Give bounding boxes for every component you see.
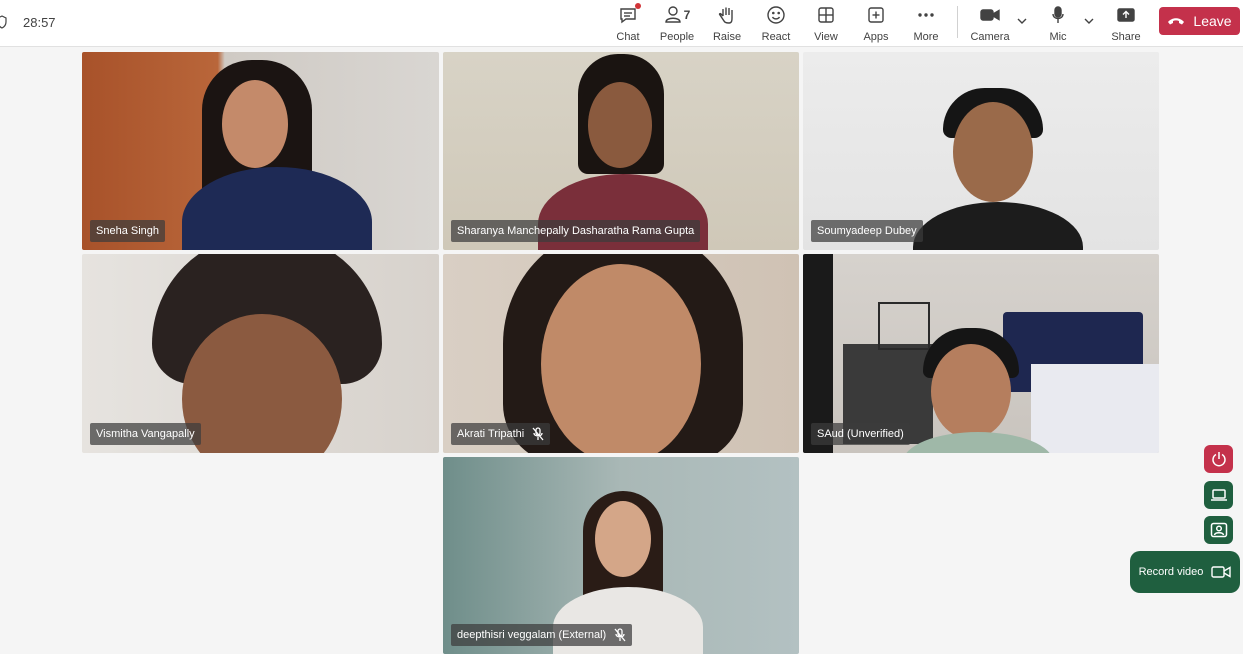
camera-options-caret[interactable] xyxy=(1016,14,1028,26)
participant-name: SAud (Unverified) xyxy=(817,428,904,440)
chevron-down-icon xyxy=(1017,18,1027,24)
participant-name-tag: Sharanya Manchepally Dasharatha Rama Gup… xyxy=(451,220,701,242)
video-tile-akrati-tripathi[interactable]: Akrati Tripathi xyxy=(443,254,799,453)
screen-record-button[interactable] xyxy=(1204,481,1233,509)
mic-label: Mic xyxy=(1049,31,1067,43)
participant-name-tag: Soumyadeep Dubey xyxy=(811,220,923,242)
more-button[interactable]: More xyxy=(911,2,941,44)
mic-options-caret[interactable] xyxy=(1083,14,1095,26)
participant-name: Vismitha Vangapally xyxy=(96,428,195,440)
toolbar-divider xyxy=(957,6,958,38)
participant-face xyxy=(931,344,1011,439)
grid-view-icon xyxy=(818,7,834,23)
bed xyxy=(1031,364,1159,453)
person-frame-icon xyxy=(1210,522,1227,538)
people-count: 7 xyxy=(683,8,691,22)
react-button[interactable]: React xyxy=(762,2,790,44)
unread-dot xyxy=(635,3,641,9)
participant-face xyxy=(541,264,701,453)
laptop-icon xyxy=(1210,489,1227,501)
people-label: People xyxy=(659,31,695,43)
participant-name-tag: deepthisri veggalam (External) xyxy=(451,624,633,646)
participant-name: Akrati Tripathi xyxy=(457,428,525,440)
participant-face xyxy=(953,102,1033,202)
video-tile-vismitha-vangapally[interactable]: Vismitha Vangapally xyxy=(82,254,439,453)
raise-label: Raise xyxy=(712,31,742,43)
record-video-button[interactable]: Record video xyxy=(1130,551,1240,593)
participant-body xyxy=(913,202,1083,250)
record-video-label: Record video xyxy=(1138,566,1204,578)
camera-label: Camera xyxy=(970,31,1010,43)
video-tile-deepthisri-veggalam[interactable]: deepthisri veggalam (External) xyxy=(443,457,799,654)
elapsed-time: 28:57 xyxy=(23,14,56,30)
people-button[interactable]: 7 People xyxy=(660,2,694,44)
participant-face xyxy=(595,501,651,577)
microphone-icon xyxy=(1052,6,1064,23)
power-icon xyxy=(1211,452,1226,467)
share-button[interactable]: Share xyxy=(1111,2,1141,44)
power-button[interactable] xyxy=(1204,445,1233,473)
view-button[interactable]: View xyxy=(812,2,840,44)
apps-label: Apps xyxy=(863,31,889,43)
raise-hand-button[interactable]: Raise xyxy=(713,2,741,44)
participant-face xyxy=(588,82,652,168)
share-label: Share xyxy=(1111,31,1141,43)
meeting-toolbar: 28:57 Chat 7 People Raise React View App… xyxy=(0,0,1243,47)
participant-name-tag: Vismitha Vangapally xyxy=(90,423,201,445)
participant-name-tag: SAud (Unverified) xyxy=(811,423,910,445)
video-tile-sneha-singh[interactable]: Sneha Singh xyxy=(82,52,439,250)
add-app-icon xyxy=(868,7,884,23)
chevron-down-icon xyxy=(1084,18,1094,24)
meeting-timer: 28:57 xyxy=(0,13,56,31)
participant-name: Sneha Singh xyxy=(96,225,159,237)
participant-name: deepthisri veggalam (External) xyxy=(457,629,607,641)
raise-hand-icon xyxy=(718,7,733,24)
share-screen-icon xyxy=(1117,8,1135,22)
leave-label: Leave xyxy=(1193,13,1232,29)
camera-button[interactable]: Camera xyxy=(970,2,1010,44)
mic-muted-icon xyxy=(532,427,544,441)
shelf xyxy=(878,302,930,350)
mic-button[interactable]: Mic xyxy=(1046,2,1070,44)
people-icon xyxy=(664,6,681,23)
react-label: React xyxy=(761,31,791,43)
participant-name-tag: Sneha Singh xyxy=(90,220,165,242)
video-camera-icon xyxy=(980,9,1000,21)
view-label: View xyxy=(814,31,838,43)
more-label: More xyxy=(913,31,939,43)
mic-muted-icon xyxy=(614,628,626,642)
chat-label: Chat xyxy=(616,31,640,43)
chat-button[interactable]: Chat xyxy=(614,2,642,44)
apps-button[interactable]: Apps xyxy=(862,2,890,44)
participant-face xyxy=(222,80,288,168)
hang-up-icon xyxy=(1168,18,1185,25)
more-icon xyxy=(918,13,934,17)
leave-button[interactable]: Leave xyxy=(1159,7,1240,35)
participant-name-tag: Akrati Tripathi xyxy=(451,423,551,445)
video-tile-sharanya-manchepally[interactable]: Sharanya Manchepally Dasharatha Rama Gup… xyxy=(443,52,799,250)
shield-icon xyxy=(0,15,7,29)
smiley-icon xyxy=(767,6,785,24)
video-tile-soumyadeep-dubey[interactable]: Soumyadeep Dubey xyxy=(803,52,1159,250)
participant-name: Soumyadeep Dubey xyxy=(817,225,917,237)
camera-record-button[interactable] xyxy=(1204,516,1233,544)
video-tile-saud[interactable]: SAud (Unverified) xyxy=(803,254,1159,453)
video-camera-icon xyxy=(1211,566,1232,578)
participant-name: Sharanya Manchepally Dasharatha Rama Gup… xyxy=(457,225,695,237)
